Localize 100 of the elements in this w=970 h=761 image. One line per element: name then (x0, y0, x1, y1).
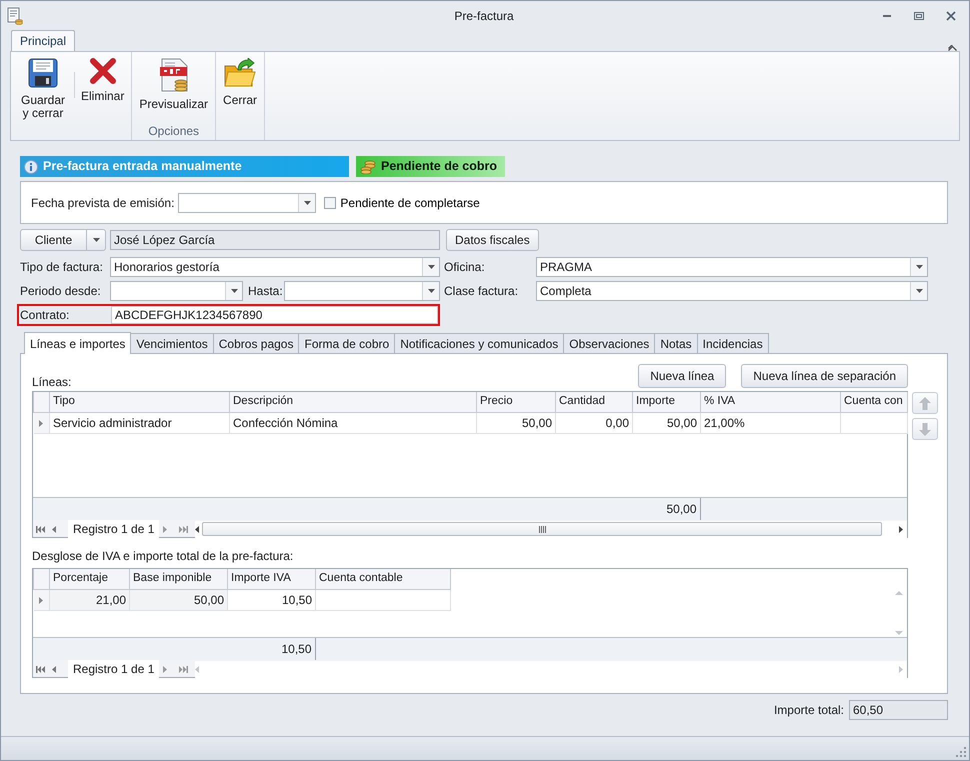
info-icon (24, 160, 38, 174)
client-dropdown-button[interactable] (87, 228, 106, 250)
tab[interactable]: Notificaciones y comunicados (394, 333, 564, 353)
down-arrow-icon (919, 422, 931, 436)
ribbon-tab[interactable]: Principal (11, 30, 76, 51)
column-header: Precio (476, 392, 556, 412)
client-name-field: José López García (110, 230, 440, 250)
tab[interactable]: Incidencias (696, 333, 769, 353)
table-cell: 50,00 (130, 589, 228, 610)
total-amount-field: 60,50 (849, 700, 948, 720)
field-label: Clase factura: (444, 283, 520, 300)
coins-icon (360, 160, 376, 174)
field-label: Oficina: (444, 259, 486, 276)
dropdown-arrow-icon (428, 289, 434, 293)
next-icon (163, 526, 168, 532)
record-counter: Registro 1 de 1 (68, 660, 160, 678)
delete-x-icon (90, 58, 116, 84)
first-icon (36, 526, 45, 532)
scroll-left-icon[interactable] (195, 526, 200, 532)
row-indicator-icon (39, 420, 44, 427)
column-header: Importe (632, 392, 700, 412)
checkbox[interactable]: Pendiente de completarse (324, 194, 480, 212)
section-label: Desglose de IVA e importe total de la pre-factura: (32, 548, 294, 565)
combo-box[interactable]: Honorarios gestoría (110, 257, 440, 277)
ribbon-button[interactable]: Guardar y cerrar (14, 56, 72, 122)
tab[interactable]: Cobros pagos (212, 333, 300, 353)
column-header: Base imponible (130, 569, 228, 589)
first-icon (36, 666, 45, 672)
up-arrow-icon (919, 396, 931, 410)
scroll-up-icon[interactable] (894, 591, 902, 595)
pdf-document-icon (158, 58, 189, 92)
table-cell: 10,50 (228, 589, 316, 610)
table-cell: 50,00 (632, 412, 700, 433)
field-label: Importe total: (774, 702, 844, 719)
row-indicator-icon (39, 596, 44, 604)
ribbon-button[interactable]: Eliminar (77, 56, 128, 122)
table-cell: 50,00 (476, 412, 556, 433)
group-label: Opciones (148, 124, 200, 138)
scrollbar-thumb[interactable] (202, 522, 882, 536)
combo-box[interactable]: Completa (536, 281, 928, 301)
folder-with-arrow-icon (224, 58, 256, 88)
minimize-icon (883, 14, 891, 16)
table-cell: 21,00 (50, 589, 130, 610)
dropdown-arrow-icon (916, 289, 922, 293)
combo-box[interactable] (178, 192, 316, 212)
column-header: Importe IVA (228, 569, 316, 589)
restore-icon (914, 10, 924, 20)
record-counter: Registro 1 de 1 (68, 520, 160, 538)
contract-field[interactable]: ABCDEFGHJK1234567890 (111, 306, 438, 324)
section-label: Líneas: (32, 374, 72, 391)
new-line-button[interactable]: Nueva línea (638, 364, 726, 388)
banner-text: Pendiente de cobro (381, 158, 497, 176)
scroll-down-icon[interactable] (894, 631, 902, 635)
column-header: % IVA (700, 392, 840, 412)
banner-text: Pre-factura entrada manualmente (43, 158, 242, 176)
size-grip-icon[interactable] (956, 747, 966, 757)
field-label: Hasta: (248, 283, 284, 300)
column-total: 50,00 (666, 502, 696, 516)
dropdown-arrow-icon (230, 289, 238, 293)
field-label: Periodo desde: (20, 283, 102, 300)
column-header: Cuenta con (840, 392, 908, 412)
dropdown-arrow-icon (916, 265, 922, 269)
dropdown-arrow-icon (304, 200, 311, 204)
combo-box[interactable] (284, 281, 440, 301)
field-label: Fecha prevista de emisión: (31, 194, 174, 212)
previous-icon (52, 526, 56, 532)
new-line-button[interactable]: Nueva línea de separación (741, 364, 908, 388)
column-header: Descripción (230, 392, 476, 412)
column-total: 10,50 (281, 642, 312, 656)
document-icon (7, 6, 23, 24)
fiscal-data-button[interactable]: Datos fiscales (446, 228, 539, 250)
table-cell: 21,00% (700, 412, 840, 433)
scroll-right-icon[interactable] (899, 526, 903, 532)
last-icon (179, 666, 188, 672)
dropdown-arrow-icon (428, 265, 434, 269)
grip-icon (538, 526, 546, 532)
table-cell: Confección Nómina (230, 412, 476, 433)
table-cell: Servicio administrador (50, 412, 230, 433)
combo-box[interactable] (110, 281, 243, 301)
last-icon (179, 526, 188, 532)
close-icon (946, 10, 956, 20)
caret-icon (92, 238, 100, 242)
combo-box[interactable]: PRAGMA (536, 257, 928, 277)
ribbon-button[interactable]: Previsualizar (135, 56, 212, 122)
move-down-button[interactable] (912, 418, 938, 440)
collapse-ribbon-icon[interactable] (948, 45, 957, 51)
next-icon (163, 666, 168, 672)
column-header: Porcentaje (50, 569, 130, 589)
previous-icon (52, 666, 56, 672)
field-label: Contrato: (20, 307, 70, 324)
column-header: Tipo (50, 392, 230, 412)
column-header: Cantidad (556, 392, 632, 412)
window-title: Pre-factura (454, 8, 514, 24)
move-up-button[interactable] (912, 392, 938, 414)
tab[interactable]: Líneas e importes (24, 332, 132, 354)
field-label: Tipo de factura: (20, 259, 104, 276)
table-cell: 0,00 (556, 412, 632, 433)
ribbon-button[interactable]: Cerrar (219, 56, 262, 122)
column-header: Cuenta contable (316, 569, 450, 589)
client-button[interactable]: Cliente (20, 228, 87, 250)
